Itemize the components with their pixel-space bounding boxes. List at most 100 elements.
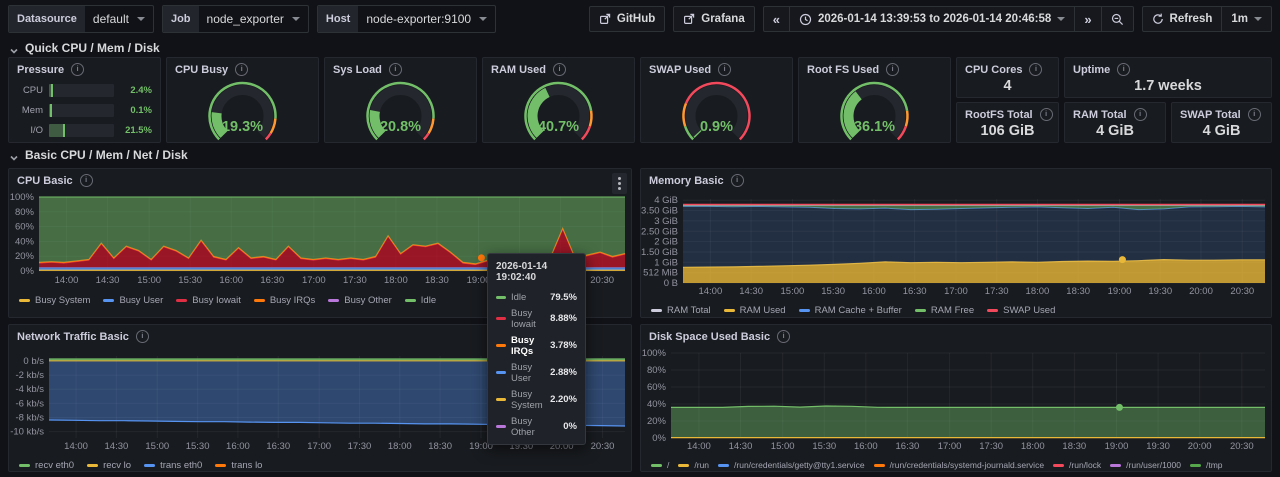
disk-legend: / /run/run/credentials/getty@tty1.service… <box>651 460 1223 470</box>
legend-item[interactable]: Busy IRQs <box>254 295 315 306</box>
info-icon[interactable] <box>1040 108 1053 121</box>
panel-title-text: Uptime <box>1073 64 1110 76</box>
gauge-svg: 19.3% <box>167 79 318 142</box>
legend-item[interactable]: /run/user/1000 <box>1110 460 1181 470</box>
legend-item[interactable]: /run/lock <box>1053 460 1101 470</box>
info-icon[interactable] <box>886 63 899 76</box>
tooltip-series-name: Idle <box>511 292 545 303</box>
legend-series-color <box>651 464 662 467</box>
disk-space-used-basic-chart[interactable]: 0%20%40%60%80%100%14:0014:3015:0015:3016… <box>641 325 1271 471</box>
legend-item[interactable]: / <box>651 460 669 470</box>
pressure-label: CPU <box>17 85 43 96</box>
x-axis-label: 15:30 <box>812 441 836 452</box>
panel-title[interactable]: Sys Load <box>325 58 476 78</box>
gauge-value: 40.7% <box>538 119 579 135</box>
info-icon[interactable] <box>1134 108 1147 121</box>
ram-used-gauge: 40.7% <box>483 79 634 140</box>
info-icon[interactable] <box>71 63 84 76</box>
legend-item[interactable]: Busy Other <box>328 295 392 306</box>
tooltip-series-name: Busy Other <box>511 416 558 438</box>
pressure-bars: CPU2.4%Mem0.1%I/O21.5% <box>17 83 152 143</box>
gauge-svg: 0.9% <box>641 79 792 142</box>
memory-basic-chart[interactable]: 0 B512 MiB1 GiB1.50 GiB2 GiB2.50 GiB3 Gi… <box>641 169 1271 317</box>
panel-title[interactable]: CPU Busy <box>167 58 318 78</box>
legend-series-color <box>215 464 226 467</box>
legend-item[interactable]: /tmp <box>1190 460 1223 470</box>
variable-value-dropdown[interactable]: node_exporter <box>199 6 308 32</box>
tooltip-row: Busy Iowait8.88% <box>488 305 585 332</box>
panel-title[interactable]: SWAP Total <box>1172 103 1271 123</box>
legend-item[interactable]: RAM Total <box>651 305 711 316</box>
panel-title[interactable]: RootFS Total <box>957 103 1058 123</box>
y-axis-label: 3.50 GiB <box>641 206 678 217</box>
legend-item[interactable]: Busy User <box>103 295 163 306</box>
panel-cpu-busy: CPU Busy 19.3% <box>166 57 319 143</box>
variable-control-datasource[interactable]: Datasourcedefault <box>8 5 154 33</box>
panel-title[interactable]: CPU Cores <box>957 58 1058 78</box>
panel-title[interactable]: Uptime <box>1065 58 1271 78</box>
panel-title[interactable]: RAM Total <box>1065 103 1165 123</box>
panel-title[interactable]: RAM Used <box>483 58 634 78</box>
link-button-grafana[interactable]: Grafana <box>673 6 754 32</box>
legend-item[interactable]: Busy Iowait <box>176 295 241 306</box>
pressure-bar-fill <box>49 124 65 137</box>
panel-title[interactable]: Root FS Used <box>799 58 950 78</box>
time-shift-back-button[interactable]: « <box>763 6 790 32</box>
time-shift-forward-button[interactable]: » <box>1074 6 1101 32</box>
variable-value-dropdown[interactable]: node-exporter:9100 <box>358 6 495 32</box>
y-axis-label: 100% <box>10 192 35 203</box>
legend-item[interactable]: RAM Free <box>915 305 974 316</box>
legend-series-color <box>328 299 339 302</box>
tooltip-series-color <box>496 398 506 401</box>
legend-item[interactable]: recv eth0 <box>19 460 74 471</box>
x-axis-label: 15:30 <box>186 441 210 452</box>
y-axis-label: 80% <box>647 365 667 376</box>
legend-item[interactable]: /run <box>678 460 709 470</box>
chevron-down-icon <box>1057 17 1065 21</box>
tooltip-row: Busy User2.88% <box>488 359 585 386</box>
legend-series-name: trans lo <box>231 460 262 471</box>
tooltip-series-value: 79.5% <box>550 292 577 303</box>
time-range-picker[interactable]: 2026-01-14 13:39:53 to 2026-01-14 20:46:… <box>789 6 1075 32</box>
legend-item[interactable]: Idle <box>405 295 436 306</box>
info-icon[interactable] <box>235 63 248 76</box>
info-icon[interactable] <box>718 63 731 76</box>
section-title: Quick CPU / Mem / Disk <box>25 41 160 55</box>
info-icon[interactable] <box>1117 63 1130 76</box>
section-quick-cpu-mem-disk[interactable]: Quick CPU / Mem / Disk <box>10 41 160 55</box>
legend-item[interactable]: trans lo <box>215 460 262 471</box>
variable-control-host[interactable]: Hostnode-exporter:9100 <box>317 5 496 33</box>
section-collapse-chevron-icon <box>10 44 18 52</box>
time-zoom-out-button[interactable] <box>1101 6 1134 32</box>
x-axis-label: 17:00 <box>944 286 968 297</box>
x-axis-label: 17:30 <box>979 441 1003 452</box>
legend-item[interactable]: /run/credentials/systemd-journald.servic… <box>874 460 1044 470</box>
legend-item[interactable]: Busy System <box>19 295 90 306</box>
x-axis-label: 15:30 <box>178 275 202 286</box>
tooltip-series-color <box>496 344 506 347</box>
info-icon[interactable] <box>1029 63 1042 76</box>
x-axis-label: 18:00 <box>1021 441 1045 452</box>
info-icon[interactable] <box>389 63 402 76</box>
variable-value-dropdown[interactable]: default <box>85 6 153 32</box>
info-icon[interactable] <box>1248 108 1261 121</box>
info-icon[interactable] <box>553 63 566 76</box>
tooltip-series-color <box>496 317 506 320</box>
x-axis-label: 18:00 <box>1026 286 1050 297</box>
section-basic-cpu-mem-net-disk[interactable]: Basic CPU / Mem / Net / Disk <box>10 148 188 162</box>
legend-item[interactable]: recv lo <box>87 460 131 471</box>
panel-title[interactable]: SWAP Used <box>641 58 792 78</box>
link-button-github[interactable]: GitHub <box>589 6 665 32</box>
refresh-button[interactable]: Refresh <box>1142 6 1223 32</box>
panel-title[interactable]: Pressure <box>9 58 160 78</box>
legend-series-name: Busy System <box>35 295 90 306</box>
legend-item[interactable]: /run/credentials/getty@tty1.service <box>718 460 865 470</box>
legend-item[interactable]: RAM Cache + Buffer <box>799 305 902 316</box>
variable-control-job[interactable]: Jobnode_exporter <box>162 5 309 33</box>
refresh-interval-dropdown[interactable]: 1m <box>1221 6 1272 32</box>
legend-item[interactable]: RAM Used <box>724 305 786 316</box>
y-axis-label: -4 kb/s <box>15 384 44 395</box>
legend-series-color <box>19 464 30 467</box>
legend-item[interactable]: SWAP Used <box>987 305 1055 316</box>
legend-item[interactable]: trans eth0 <box>144 460 202 471</box>
